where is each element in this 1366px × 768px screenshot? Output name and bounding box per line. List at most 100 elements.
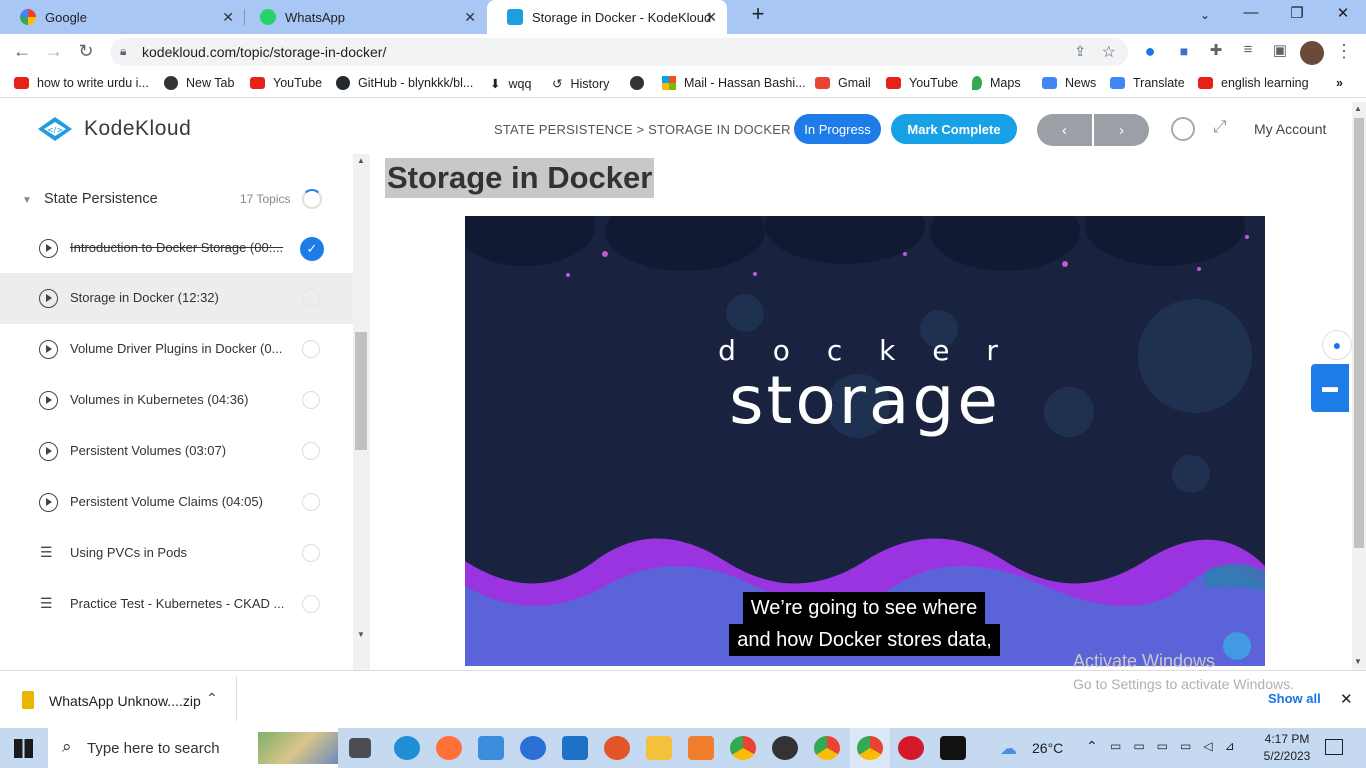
mail-icon[interactable] xyxy=(562,736,588,760)
logo-text[interactable]: KodeKloud xyxy=(84,117,191,141)
dark-mode-icon[interactable] xyxy=(1171,117,1195,141)
close-tab-icon[interactable]: ✕ xyxy=(222,9,234,26)
extensions-icon[interactable]: ✚ xyxy=(1204,41,1228,59)
bookmark-item[interactable]: New Tab xyxy=(164,76,234,90)
task-view-icon[interactable] xyxy=(349,738,371,758)
reload-icon[interactable]: ↻ xyxy=(74,41,98,62)
lesson-item[interactable]: Volumes in Kubernetes (04:36) xyxy=(0,375,353,426)
weather-icon[interactable]: ☁ xyxy=(1000,739,1017,759)
scroll-down-icon[interactable]: ▼ xyxy=(1354,657,1362,666)
bookmark-item[interactable] xyxy=(630,76,652,90)
scroll-down-icon[interactable]: ▼ xyxy=(357,630,365,639)
notification-icon[interactable] xyxy=(1325,739,1343,755)
bookmark-item[interactable]: Translate xyxy=(1110,76,1185,90)
lock-icon[interactable]: 🔒︎ xyxy=(120,44,126,59)
bookmark-item[interactable]: News xyxy=(1042,76,1096,90)
clock-date[interactable]: 5/2/2023 xyxy=(1259,749,1315,763)
tab-google[interactable]: Google ✕ xyxy=(0,0,244,34)
opera-icon[interactable] xyxy=(898,736,924,760)
bookmark-item[interactable]: YouTube xyxy=(886,76,958,90)
bookmark-item[interactable]: YouTube xyxy=(250,76,322,90)
lesson-item[interactable]: Volume Driver Plugins in Docker (0... xyxy=(0,324,353,375)
scroll-up-icon[interactable]: ▲ xyxy=(1354,104,1362,113)
lesson-item[interactable]: ☰ Using PVCs in Pods xyxy=(0,528,353,579)
tab-search-icon[interactable]: ⌄ xyxy=(1182,8,1228,22)
collapse-caret-icon[interactable]: ▼ xyxy=(22,195,32,206)
restore-icon[interactable]: ❐ xyxy=(1274,4,1320,22)
chevron-up-icon[interactable]: ⌃ xyxy=(206,690,218,707)
voice-mic-icon[interactable]: ● xyxy=(1322,330,1352,360)
scrollbar-thumb[interactable] xyxy=(1354,118,1364,548)
video-icon xyxy=(39,391,58,410)
menu-icon[interactable]: ⋮ xyxy=(1332,41,1356,62)
bookmark-star-icon[interactable]: ☆ xyxy=(1102,42,1116,62)
kodekloud-logo-icon[interactable]: </> xyxy=(36,116,74,142)
terminal-icon[interactable] xyxy=(940,736,966,760)
close-window-icon[interactable]: ✕ xyxy=(1320,4,1366,22)
download-extension-icon[interactable]: ■ xyxy=(1172,43,1196,59)
taskbar-search-box[interactable]: ⌕ Type here to search xyxy=(48,728,338,768)
file-explorer-icon[interactable] xyxy=(646,736,672,760)
prev-lesson-button[interactable]: ‹ xyxy=(1037,114,1092,146)
video-player[interactable]: d o c k e r storage We’re going to see w… xyxy=(465,216,1265,666)
download-filename[interactable]: WhatsApp Unknow....zip xyxy=(49,693,201,709)
mark-complete-button[interactable]: Mark Complete xyxy=(891,114,1017,144)
share-icon[interactable]: ⇪ xyxy=(1074,43,1086,60)
store-icon[interactable] xyxy=(478,736,504,760)
bookmark-item[interactable]: how to write urdu i... xyxy=(14,76,149,90)
show-all-link[interactable]: Show all xyxy=(1268,691,1321,706)
bookmark-item[interactable]: ⬇ wqq xyxy=(490,76,531,92)
profile-avatar[interactable] xyxy=(1300,41,1324,65)
chat-widget-icon[interactable]: ▬ xyxy=(1311,364,1349,412)
close-tab-icon[interactable]: ✕ xyxy=(705,9,717,26)
scrollbar-thumb[interactable] xyxy=(355,332,367,450)
system-tray-icons[interactable]: ▭▭▭▭◁⊿ xyxy=(1110,739,1247,753)
new-tab-icon[interactable]: + xyxy=(735,1,781,27)
tab-kodekloud[interactable]: Storage in Docker - KodeKloud ✕ xyxy=(487,0,727,34)
lesson-item[interactable]: Persistent Volume Claims (04:05) xyxy=(0,477,353,528)
bookmark-item[interactable]: english learning xyxy=(1198,76,1309,90)
url-text[interactable]: kodekloud.com/topic/storage-in-docker/ xyxy=(142,44,386,60)
tab-whatsapp[interactable]: WhatsApp ✕ xyxy=(240,0,486,34)
minimize-icon[interactable]: — xyxy=(1228,4,1274,21)
back-icon[interactable]: ← xyxy=(10,41,34,62)
forward-icon[interactable]: → xyxy=(42,41,66,62)
breadcrumb[interactable]: STATE PERSISTENCE > STORAGE IN DOCKER xyxy=(494,122,791,137)
bookmark-item[interactable]: GitHub - blynkkk/bl... xyxy=(336,76,473,90)
bookmark-item[interactable]: Maps xyxy=(972,76,1021,90)
chrome-profile-icon[interactable] xyxy=(814,736,840,760)
my-account-link[interactable]: My Account xyxy=(1254,121,1326,137)
bookmark-item[interactable]: Mail - Hassan Bashi... xyxy=(662,76,806,90)
bookmark-item[interactable]: ↺ History xyxy=(552,76,609,92)
scroll-up-icon[interactable]: ▲ xyxy=(357,156,365,165)
app-icon[interactable] xyxy=(688,736,714,760)
lesson-item-active[interactable]: Storage in Docker (12:32) xyxy=(0,273,353,324)
next-lesson-button[interactable]: › xyxy=(1094,114,1149,146)
chrome-icon[interactable] xyxy=(730,736,756,760)
mic-extension-icon[interactable]: ● xyxy=(1138,41,1162,62)
close-download-bar-icon[interactable]: ✕ xyxy=(1340,690,1353,708)
app-icon[interactable] xyxy=(604,736,630,760)
tray-chevron-icon[interactable]: ⌃ xyxy=(1086,738,1098,755)
clock-time[interactable]: 4:17 PM xyxy=(1259,732,1315,746)
page-scrollbar[interactable]: ▲ ▼ xyxy=(1352,102,1366,670)
section-title[interactable]: State Persistence xyxy=(44,191,158,207)
sidebar-scrollbar[interactable]: ▲ ▼ xyxy=(353,154,370,670)
chrome-active-icon[interactable] xyxy=(857,736,883,760)
lesson-item[interactable]: ☰ Practice Test - Kubernetes - CKAD ... xyxy=(0,579,353,630)
media-icon[interactable]: ≡ xyxy=(1236,41,1260,58)
side-panel-icon[interactable]: ▣ xyxy=(1268,41,1292,59)
edge-icon[interactable] xyxy=(394,736,420,760)
windows-start-icon[interactable] xyxy=(14,739,33,758)
address-bar[interactable]: 🔒︎ kodekloud.com/topic/storage-in-docker… xyxy=(110,38,1128,66)
firefox-icon[interactable] xyxy=(436,736,462,760)
lesson-item[interactable]: Introduction to Docker Storage (00:... ✓ xyxy=(0,223,353,274)
fullscreen-icon[interactable]: ⤢ xyxy=(1213,117,1227,137)
close-tab-icon[interactable]: ✕ xyxy=(464,9,476,26)
bookmark-item[interactable]: Gmail xyxy=(815,76,871,90)
lesson-item[interactable]: Persistent Volumes (03:07) xyxy=(0,426,353,477)
app-icon[interactable] xyxy=(520,736,546,760)
more-bookmarks-icon[interactable]: » xyxy=(1336,76,1343,90)
app-icon[interactable] xyxy=(772,736,798,760)
weather-temp[interactable]: 26°C xyxy=(1032,740,1063,756)
